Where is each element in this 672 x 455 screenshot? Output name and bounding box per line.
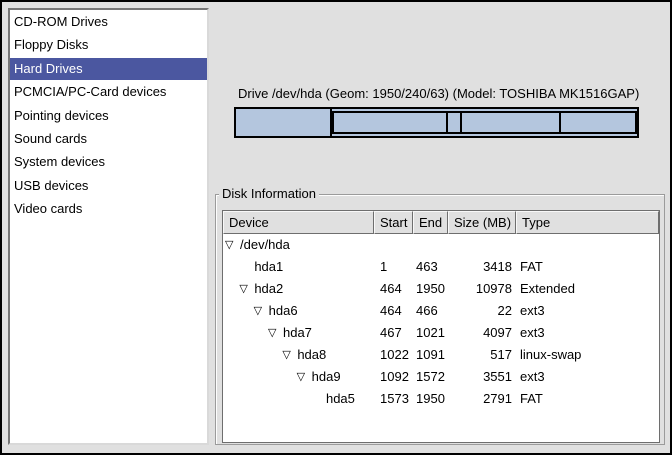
- tree-indent: [223, 267, 239, 268]
- device-cell: hda1: [223, 256, 374, 278]
- end-cell: 1091: [413, 344, 448, 366]
- expander-open-icon[interactable]: ▽: [268, 322, 283, 344]
- logical-partition-boundary-1: [446, 113, 448, 132]
- tree-indent: [223, 311, 254, 312]
- type-cell: [516, 234, 659, 256]
- end-cell: 1021: [413, 322, 448, 344]
- sidebar-item-video-cards[interactable]: Video cards: [10, 198, 207, 220]
- logical-partition-boundary-2: [460, 113, 462, 132]
- column-header-device[interactable]: Device: [223, 211, 374, 234]
- column-header-size-mb[interactable]: Size (MB): [448, 211, 516, 234]
- sidebar-item-pointing-devices[interactable]: Pointing devices: [10, 105, 207, 127]
- device-label: /dev/hda: [240, 234, 290, 256]
- end-cell: 463: [413, 256, 448, 278]
- device-cell: hda5: [223, 388, 374, 410]
- device-label: hda5: [326, 388, 355, 410]
- type-cell: ext3: [516, 366, 659, 388]
- size-cell: 2791: [448, 388, 516, 410]
- end-cell: [413, 234, 448, 256]
- expander-open-icon[interactable]: ▽: [282, 344, 297, 366]
- end-cell: 1572: [413, 366, 448, 388]
- sidebar-item-system-devices[interactable]: System devices: [10, 151, 207, 173]
- start-cell: [374, 234, 413, 256]
- device-label: hda1: [254, 256, 283, 278]
- size-cell: 4097: [448, 322, 516, 344]
- sidebar-item-usb-devices[interactable]: USB devices: [10, 175, 207, 197]
- start-cell: 1573: [374, 388, 413, 410]
- size-cell: 22: [448, 300, 516, 322]
- type-cell: FAT: [516, 256, 659, 278]
- disk-information-label: Disk Information: [219, 186, 319, 201]
- device-cell: ▽/dev/hda: [223, 234, 374, 256]
- start-cell: 464: [374, 300, 413, 322]
- column-header-end[interactable]: End: [413, 211, 448, 234]
- tree-indent: [223, 377, 297, 378]
- partition-bar[interactable]: [234, 107, 639, 138]
- start-cell: 464: [374, 278, 413, 300]
- device-cell: ▽hda2: [223, 278, 374, 300]
- expander-open-icon[interactable]: ▽: [254, 300, 269, 322]
- device-label: hda2: [254, 278, 283, 300]
- tree-indent: [223, 355, 282, 356]
- end-cell: 1950: [413, 278, 448, 300]
- table-row-hda7[interactable]: ▽hda746710214097ext3: [223, 322, 659, 344]
- device-label: hda7: [283, 322, 312, 344]
- tree-indent: [223, 333, 268, 334]
- table-row-hda9[interactable]: ▽hda9109215723551ext3: [223, 366, 659, 388]
- device-label: hda6: [269, 300, 298, 322]
- expander-open-icon[interactable]: ▽: [297, 366, 312, 388]
- table-row-hda5[interactable]: hda5 157319502791FAT: [223, 388, 659, 410]
- table-row-hda1[interactable]: hda1 14633418FAT: [223, 256, 659, 278]
- hardware-browser-window: CD-ROM DrivesFloppy DisksHard DrivesPCMC…: [0, 0, 672, 455]
- size-cell: 517: [448, 344, 516, 366]
- type-cell: ext3: [516, 300, 659, 322]
- column-header-type[interactable]: Type: [516, 211, 659, 234]
- disk-information-table[interactable]: DeviceStartEndSize (MB)Type ▽/dev/hdahda…: [222, 210, 660, 443]
- device-category-list[interactable]: CD-ROM DrivesFloppy DisksHard DrivesPCMC…: [8, 8, 209, 445]
- table-body: ▽/dev/hdahda114633418FAT▽hda246419501097…: [223, 234, 659, 410]
- table-row-hda8[interactable]: ▽hda810221091517linux-swap: [223, 344, 659, 366]
- sidebar-item-cd-rom-drives[interactable]: CD-ROM Drives: [10, 11, 207, 33]
- disk-information-frame: Disk Information DeviceStartEndSize (MB)…: [215, 194, 665, 445]
- sidebar-item-pcmcia-pc-card-devices[interactable]: PCMCIA/PC-Card devices: [10, 81, 207, 103]
- size-cell: 3418: [448, 256, 516, 278]
- start-cell: 1022: [374, 344, 413, 366]
- start-cell: 1: [374, 256, 413, 278]
- table-row-hda6[interactable]: ▽hda646446622ext3: [223, 300, 659, 322]
- device-cell: ▽hda6: [223, 300, 374, 322]
- tree-indent: [223, 289, 239, 290]
- device-cell: ▽hda8: [223, 344, 374, 366]
- start-cell: 1092: [374, 366, 413, 388]
- sidebar-item-floppy-disks[interactable]: Floppy Disks: [10, 34, 207, 56]
- tree-indent: [223, 399, 311, 400]
- column-header-start[interactable]: Start: [374, 211, 413, 234]
- sidebar-item-hard-drives[interactable]: Hard Drives: [10, 58, 207, 80]
- table-row-hda2[interactable]: ▽hda2464195010978Extended: [223, 278, 659, 300]
- device-cell: ▽hda7: [223, 322, 374, 344]
- device-label: hda8: [297, 344, 326, 366]
- drive-title: Drive /dev/hda (Geom: 1950/240/63) (Mode…: [238, 86, 658, 101]
- device-label: hda9: [312, 366, 341, 388]
- table-header-row: DeviceStartEndSize (MB)Type: [223, 211, 659, 234]
- extended-partition-region: [332, 111, 637, 134]
- sidebar-item-sound-cards[interactable]: Sound cards: [10, 128, 207, 150]
- type-cell: FAT: [516, 388, 659, 410]
- end-cell: 466: [413, 300, 448, 322]
- start-cell: 467: [374, 322, 413, 344]
- size-cell: [448, 234, 516, 256]
- size-cell: 3551: [448, 366, 516, 388]
- end-cell: 1950: [413, 388, 448, 410]
- expander-open-icon[interactable]: ▽: [239, 278, 254, 300]
- device-cell: ▽hda9: [223, 366, 374, 388]
- type-cell: ext3: [516, 322, 659, 344]
- logical-partition-boundary-3: [559, 113, 561, 132]
- type-cell: Extended: [516, 278, 659, 300]
- type-cell: linux-swap: [516, 344, 659, 366]
- table-row-dev-hda[interactable]: ▽/dev/hda: [223, 234, 659, 256]
- expander-open-icon[interactable]: ▽: [225, 234, 240, 256]
- size-cell: 10978: [448, 278, 516, 300]
